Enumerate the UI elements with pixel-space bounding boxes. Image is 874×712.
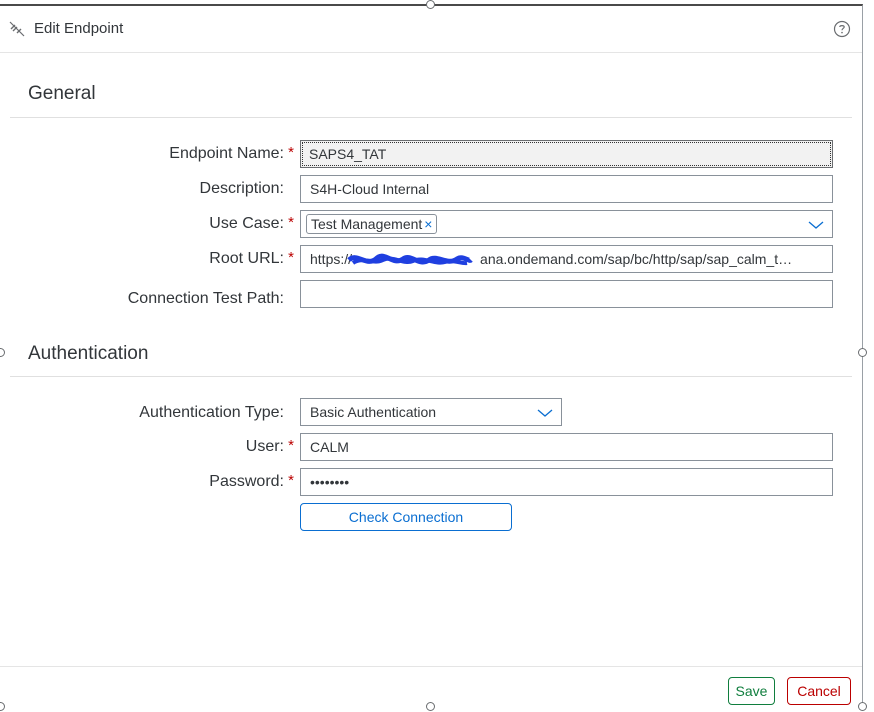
edit-endpoint-dialog: Edit Endpoint General Endpoint Name: * S… (0, 4, 863, 708)
user-label: User: * (245, 437, 294, 455)
token-remove-icon[interactable]: × (424, 216, 432, 232)
general-divider (10, 117, 852, 118)
root-url-label: Root URL: * (209, 249, 294, 267)
save-button[interactable]: Save (728, 677, 775, 705)
use-case-token-text: Test Management (311, 216, 423, 232)
use-case-multicombobox[interactable]: Test Management × (300, 210, 833, 238)
resize-handle-bottom[interactable] (426, 702, 435, 711)
use-case-token[interactable]: Test Management × (306, 214, 438, 234)
required-marker: * (288, 249, 294, 266)
dialog-header: Edit Endpoint (0, 6, 862, 53)
chevron-down-icon[interactable] (537, 408, 553, 418)
description-label: Description: (199, 180, 284, 197)
resize-handle-bottom-right[interactable] (858, 702, 867, 711)
connection-test-path-input[interactable] (300, 280, 833, 308)
authentication-type-label: Authentication Type: (139, 404, 284, 421)
resize-handle-right[interactable] (858, 348, 867, 357)
connection-test-path-label: Connection Test Path: (127, 290, 284, 307)
root-url-prefix: https:// (310, 251, 353, 267)
resize-handle-top[interactable] (426, 0, 435, 9)
chevron-down-icon[interactable] (808, 220, 824, 230)
user-input[interactable]: CALM (300, 433, 833, 461)
authentication-type-value: Basic Authentication (310, 404, 437, 420)
password-input[interactable]: •••••••• (300, 468, 833, 496)
authentication-section-title: Authentication (28, 343, 149, 364)
help-icon[interactable] (833, 20, 851, 38)
general-section-title: General (28, 83, 96, 104)
authentication-divider (10, 376, 852, 377)
endpoint-name-input[interactable]: SAPS4_TAT (300, 140, 833, 168)
redaction-scribble (347, 253, 473, 266)
required-marker: * (288, 437, 294, 454)
endpoint-name-label: Endpoint Name: * (169, 144, 294, 162)
check-connection-button[interactable]: Check Connection (300, 503, 512, 531)
required-marker: * (288, 144, 294, 161)
unlink-icon (9, 21, 25, 37)
footer-divider (0, 666, 862, 667)
authentication-type-select[interactable]: Basic Authentication (300, 398, 562, 426)
root-url-suffix: ana.ondemand.com/sap/bc/http/sap/sap_cal… (480, 251, 793, 267)
required-marker: * (288, 472, 294, 489)
dialog-title: Edit Endpoint (34, 20, 124, 37)
required-marker: * (288, 214, 294, 231)
resize-handle-bottom-left[interactable] (0, 702, 5, 711)
cancel-button[interactable]: Cancel (787, 677, 851, 705)
password-label: Password: * (209, 472, 294, 490)
description-input[interactable]: S4H-Cloud Internal (300, 175, 833, 203)
root-url-input[interactable]: https:// ana.ondemand.com/sap/bc/http/sap… (300, 245, 833, 273)
use-case-label: Use Case: * (209, 214, 294, 232)
